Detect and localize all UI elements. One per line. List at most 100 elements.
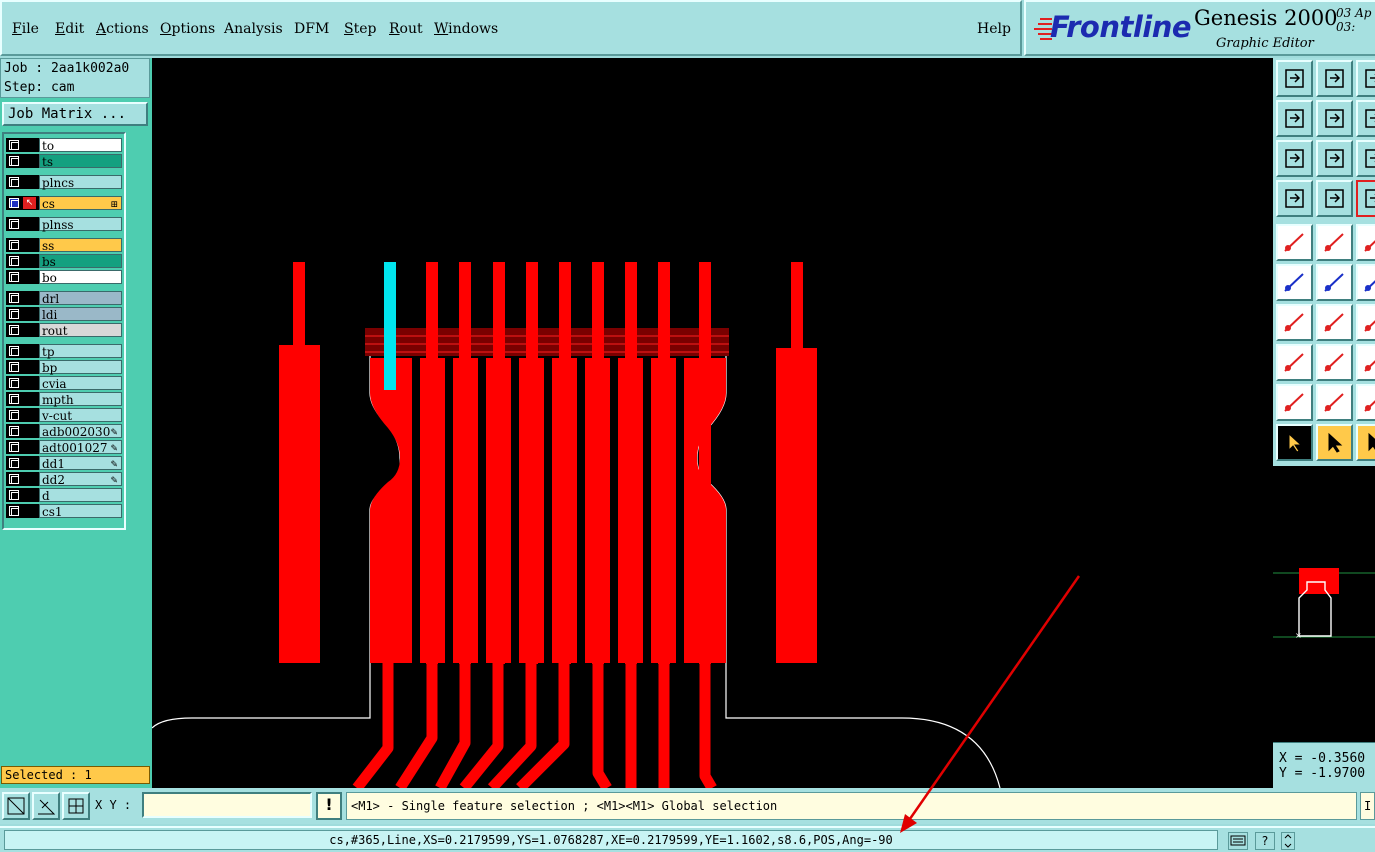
menu-step[interactable]: Step — [344, 21, 376, 37]
layer-checkbox[interactable] — [9, 474, 19, 484]
clock-button[interactable] — [1356, 424, 1375, 461]
cross-button[interactable] — [1356, 304, 1375, 341]
dash-button[interactable] — [1316, 344, 1353, 381]
menu-windows[interactable]: Windows — [434, 21, 498, 37]
layer-row[interactable]: v-cut — [6, 408, 122, 423]
settings-button[interactable] — [1276, 180, 1313, 217]
warning-button[interactable]: ! — [316, 792, 342, 820]
one-to-one-button[interactable] — [1356, 140, 1375, 177]
menu-options[interactable]: Options — [160, 21, 215, 37]
layer-row[interactable]: adt001027 ✎ — [6, 440, 122, 455]
menu-edit[interactable]: Edit — [55, 21, 84, 37]
delete-button[interactable] — [1316, 264, 1353, 301]
route-button[interactable] — [1356, 180, 1375, 217]
layer-checkbox[interactable] — [9, 394, 19, 404]
layer-checkbox[interactable] — [9, 177, 19, 187]
job-matrix-button[interactable]: Job Matrix ... — [2, 102, 148, 126]
layer-row[interactable]: ↖ cs ⊞ — [6, 196, 122, 211]
layer-row[interactable]: dd1 ✎ — [6, 456, 122, 471]
line-button[interactable] — [1316, 304, 1353, 341]
menu-help[interactable]: Help — [977, 21, 1011, 37]
layer-checkbox[interactable] — [9, 240, 19, 250]
layer-checkbox[interactable] — [9, 410, 19, 420]
zoom-left-button[interactable] — [1276, 100, 1313, 137]
layer-row[interactable]: ss — [6, 238, 122, 253]
home-button[interactable] — [1356, 60, 1375, 97]
layer-row[interactable]: plncs — [6, 175, 122, 190]
layer-checkbox[interactable] — [9, 442, 19, 452]
layer-checkbox[interactable] — [9, 293, 19, 303]
zoom-center-button[interactable] — [1316, 140, 1353, 177]
layer-row[interactable]: tp — [6, 344, 122, 359]
line-angle-button[interactable] — [1276, 304, 1313, 341]
layer-checkbox[interactable] — [9, 378, 19, 388]
layer-checkbox[interactable] — [9, 506, 19, 516]
layer-row[interactable]: rout — [6, 323, 122, 338]
selected-feature[interactable] — [384, 262, 396, 390]
triangle-button[interactable] — [1276, 384, 1313, 421]
graphic-canvas[interactable] — [151, 58, 1273, 792]
layer-checkbox[interactable] — [9, 362, 19, 372]
connect-button[interactable] — [1276, 264, 1313, 301]
menu-rout[interactable]: Rout — [389, 21, 423, 37]
arrow-up-button[interactable] — [1316, 384, 1353, 421]
text-button[interactable] — [1356, 384, 1375, 421]
menu-dfm[interactable]: DFM — [294, 21, 329, 37]
layer-checkbox[interactable] — [9, 458, 19, 468]
select-box-button[interactable] — [1316, 424, 1353, 461]
help-icon[interactable]: ? — [1255, 832, 1275, 850]
link-icon — [1364, 280, 1375, 292]
layer-checkbox[interactable] — [9, 426, 19, 436]
zoom-fit-button[interactable] — [1276, 140, 1313, 177]
layer-row[interactable]: bs — [6, 254, 122, 269]
menu-file[interactable]: File — [12, 21, 39, 37]
surface-button[interactable] — [1316, 224, 1353, 261]
select-button[interactable] — [1276, 424, 1313, 461]
layer-row[interactable]: to — [6, 138, 122, 153]
zoom-box-button[interactable] — [2, 792, 30, 820]
layer-row[interactable]: dd2 ✎ — [6, 472, 122, 487]
undo-button[interactable] — [1356, 100, 1375, 137]
menu-actions[interactable]: Actions — [96, 21, 149, 37]
ruler-button[interactable] — [1356, 224, 1375, 261]
menu-analysis[interactable]: Analysis — [224, 21, 283, 37]
save-job-button[interactable] — [1316, 60, 1353, 97]
layer-row[interactable]: plnss — [6, 217, 122, 232]
layer-row[interactable]: adb002030 ✎ — [6, 424, 122, 439]
board-drawing — [151, 262, 1001, 792]
chevron-icon[interactable] — [1281, 832, 1295, 850]
open-job-button[interactable] — [1276, 60, 1313, 97]
grid-button[interactable] — [62, 792, 90, 820]
layer-row[interactable]: cvia — [6, 376, 122, 391]
keyboard-icon[interactable] — [1228, 832, 1248, 850]
layer-row[interactable]: cs1 — [6, 504, 122, 519]
layer-checkbox[interactable] — [9, 219, 19, 229]
layer-row[interactable]: ts — [6, 154, 122, 169]
overview-map[interactable]: × — [1273, 466, 1375, 742]
layer-checkbox[interactable] — [9, 325, 19, 335]
snap-grid-button[interactable] — [1316, 180, 1353, 217]
layer-checkbox[interactable] — [9, 156, 19, 166]
layer-row[interactable]: bo — [6, 270, 122, 285]
layer-row[interactable]: ldi — [6, 307, 122, 322]
layer-checkbox[interactable] — [9, 272, 19, 282]
xy-input[interactable] — [142, 792, 312, 818]
layer-checkbox[interactable] — [9, 140, 19, 150]
layer-row[interactable]: mpth — [6, 392, 122, 407]
measure-button[interactable] — [32, 792, 60, 820]
layer-row[interactable]: bp — [6, 360, 122, 375]
layer-checkbox[interactable] — [9, 198, 19, 208]
link-button[interactable] — [1356, 264, 1375, 301]
layer-checkbox[interactable] — [9, 346, 19, 356]
move-button[interactable] — [1276, 344, 1313, 381]
layer-checkbox[interactable] — [9, 490, 19, 500]
dash-icon — [1324, 353, 1344, 372]
layer-row[interactable]: d — [6, 488, 122, 503]
pad-add-button[interactable] — [1276, 224, 1313, 261]
layer-checkbox[interactable] — [9, 309, 19, 319]
layer-name: v-cut — [39, 408, 122, 423]
zoom-right-button[interactable] — [1316, 100, 1353, 137]
layer-row[interactable]: drl — [6, 291, 122, 306]
align-button[interactable] — [1356, 344, 1375, 381]
layer-checkbox[interactable] — [9, 256, 19, 266]
